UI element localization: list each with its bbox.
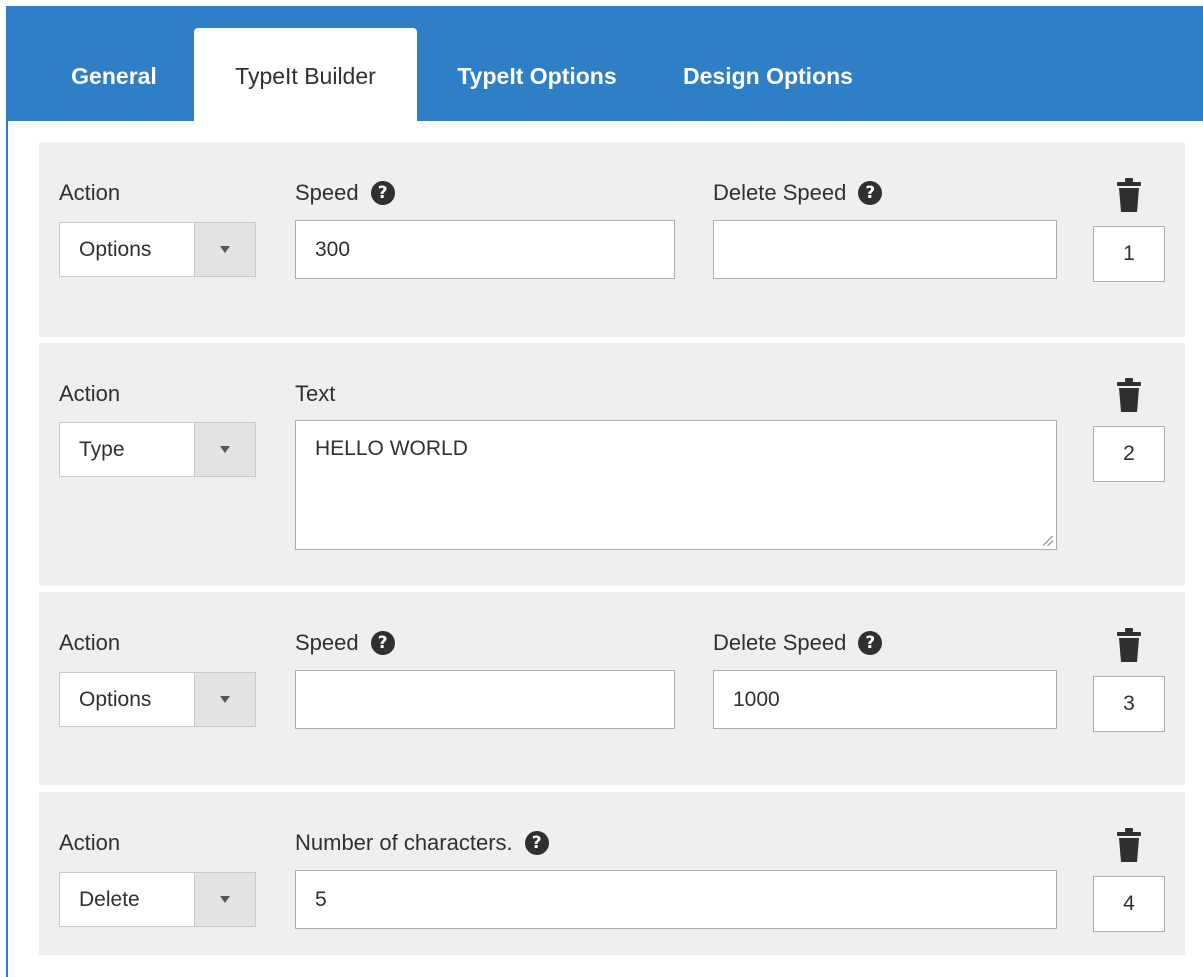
action-select[interactable]: Options [59,672,256,727]
delete-speed-input[interactable]: 1000 [713,670,1057,729]
delete-speed-input[interactable] [713,220,1057,279]
question-circle-icon[interactable]: ? [858,181,883,205]
trash-icon[interactable] [1117,377,1141,413]
delete-speed-label-text: Delete Speed [713,180,847,205]
action-label: Action [59,830,121,855]
action-select[interactable]: Delete [59,872,256,927]
builder-row-4: Action Delete Number of characters. ? 5 … [39,792,1185,955]
tab-bar: General TypeIt Builder TypeIt Options De… [6,6,1203,121]
trash-icon[interactable] [1117,827,1141,863]
builder-row-2: Action Type Text HELLO WORLD 2 [39,343,1185,586]
action-select-value: Delete [79,887,140,911]
order-input[interactable]: 1 [1093,226,1165,282]
delete-speed-label: Delete Speed ? [713,180,883,206]
chevron-down-icon [194,873,255,926]
speed-label-text: Speed [295,630,359,655]
text-textarea-value: HELLO WORLD [315,437,468,460]
order-input[interactable]: 4 [1093,876,1165,932]
action-select-value: Options [79,687,152,711]
text-textarea[interactable]: HELLO WORLD [295,420,1057,550]
speed-input[interactable]: 300 [295,220,675,279]
action-select-value: Type [79,437,125,461]
chevron-down-icon [194,223,255,276]
action-label: Action [59,630,121,655]
tab-label: TypeIt Builder [235,63,376,89]
action-select-value: Options [79,237,152,261]
tab-design-options[interactable]: Design Options [668,28,868,121]
number-of-characters-label-text: Number of characters. [295,830,513,855]
speed-input[interactable] [295,670,675,729]
tab-typeit-options[interactable]: TypeIt Options [430,28,644,121]
order-input[interactable]: 3 [1093,676,1165,732]
question-circle-icon[interactable]: ? [524,831,549,855]
tab-label: General [71,63,157,89]
action-label: Action [59,180,121,205]
content-border [6,120,8,977]
builder-row-3: Action Options Speed ? Delete Speed ? 10… [39,592,1185,785]
question-circle-icon[interactable]: ? [858,631,883,655]
text-label: Text [295,381,336,406]
tab-general[interactable]: General [48,28,180,121]
trash-icon[interactable] [1117,627,1141,663]
action-select[interactable]: Type [59,422,256,477]
resize-handle-icon[interactable] [1043,536,1053,546]
builder-row-1: Action Options Speed ? 300 Delete Speed … [39,142,1185,337]
number-of-characters-input[interactable]: 5 [295,870,1057,929]
chevron-down-icon [194,673,255,726]
question-circle-icon[interactable]: ? [370,631,395,655]
action-select[interactable]: Options [59,222,256,277]
trash-icon[interactable] [1117,177,1141,213]
delete-speed-label: Delete Speed ? [713,630,883,656]
tab-label: TypeIt Options [457,63,617,89]
delete-speed-label-text: Delete Speed [713,630,847,655]
tab-label: Design Options [683,63,853,89]
typeit-settings-window: General TypeIt Builder TypeIt Options De… [0,0,1203,977]
number-of-characters-label: Number of characters. ? [295,830,549,856]
speed-label: Speed ? [295,180,395,206]
tab-typeit-builder[interactable]: TypeIt Builder [194,28,417,121]
question-circle-icon[interactable]: ? [370,181,395,205]
speed-label-text: Speed [295,180,359,205]
speed-label: Speed ? [295,630,395,656]
chevron-down-icon [194,423,255,476]
order-input[interactable]: 2 [1093,426,1165,482]
action-label: Action [59,381,121,406]
